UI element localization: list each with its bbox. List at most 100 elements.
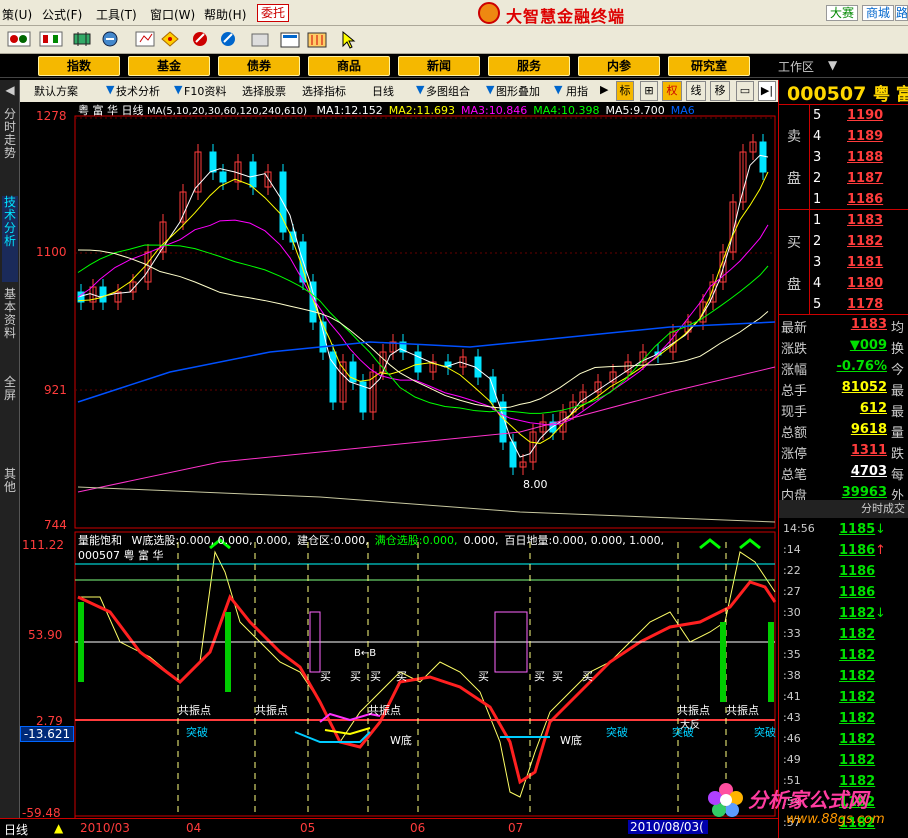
stat-label: 涨幅: [781, 363, 808, 378]
menu-help[interactable]: 帮助(H): [204, 6, 246, 23]
buy-label: 买: [370, 670, 381, 683]
tick-time: :41: [783, 690, 801, 703]
sell-level-row[interactable]: 4 1189: [779, 127, 908, 148]
stat-row: 总手 81052 最: [779, 378, 908, 399]
stat-right-label: 最: [891, 384, 905, 399]
tick-row: :30 1182 ↓: [779, 604, 908, 625]
menu-window[interactable]: 窗口(W): [150, 6, 195, 23]
ma-value: MA2:11.693: [389, 104, 455, 117]
menu-tools[interactable]: 工具(T): [96, 6, 137, 23]
sell-level-row[interactable]: 3 1188: [779, 148, 908, 169]
workspace-dropdown-icon[interactable]: ▼: [828, 58, 837, 72]
chevron-icon: ▼: [174, 83, 183, 96]
nav-service-button[interactable]: 服务: [488, 56, 570, 76]
indicator-tick-label: 111.22: [22, 538, 64, 552]
sell-level-row[interactable]: 5 1190: [779, 106, 908, 127]
tab-move[interactable]: 移: [710, 81, 730, 101]
next-icon[interactable]: ▶|: [758, 81, 776, 101]
f10-button[interactable]: F10资料: [184, 83, 226, 99]
tab-basic-info[interactable]: 基本资料: [2, 288, 18, 340]
buy-label: 买: [478, 670, 489, 683]
nav-commodity-button[interactable]: 商品: [308, 56, 390, 76]
tab-other[interactable]: 其他: [2, 468, 18, 494]
overlay-button[interactable]: 图形叠加: [496, 83, 540, 99]
left-tabs: ◀ 分时走势 技术分析 基本资料 全屏 其他: [0, 80, 20, 838]
stat-label: 总笔: [781, 468, 808, 483]
tick-price: 1182: [839, 711, 876, 726]
workspace-label[interactable]: 工作区: [778, 58, 814, 75]
tick-time: :14: [783, 543, 801, 556]
indicator-param: 满仓选股:0.000,: [375, 534, 458, 547]
link-mall[interactable]: 商城: [862, 5, 895, 21]
buy-label: 买: [534, 670, 545, 683]
nav-index-button[interactable]: 指数: [38, 56, 120, 76]
tech-analysis-button[interactable]: 技术分析: [116, 83, 160, 99]
chevron-icon: ▼: [554, 83, 563, 96]
nav-insider-button[interactable]: 内参: [578, 56, 660, 76]
down-arrow-icon: ↓: [875, 606, 886, 621]
buy-level-row[interactable]: 1 1183: [779, 211, 908, 232]
multi-chart-button[interactable]: 多图组合: [426, 83, 470, 99]
tick-row: :46 1182: [779, 730, 908, 751]
nav-research-button[interactable]: 研究室: [668, 56, 750, 76]
stat-value: 39963: [841, 485, 887, 500]
nav-news-button[interactable]: 新闻: [398, 56, 480, 76]
play-icon[interactable]: ▶: [600, 83, 608, 96]
stat-row: 总额 9618 量: [779, 420, 908, 441]
level-number: 3: [813, 255, 822, 270]
sell-level-row[interactable]: 2 1187: [779, 169, 908, 190]
link-road[interactable]: 路: [895, 5, 908, 21]
ma-number: 9.700: [633, 104, 665, 117]
resonance-label: 共振点: [178, 704, 211, 717]
tab-technical-analysis[interactable]: 技术分析: [2, 196, 18, 282]
tick-row: :38 1182: [779, 667, 908, 688]
nav-bond-button[interactable]: 债券: [218, 56, 300, 76]
tool-bar: [0, 26, 908, 54]
ma-label: MA1:: [316, 104, 345, 117]
link-contest[interactable]: 大赛: [826, 5, 859, 21]
stat-label: 现手: [781, 405, 808, 420]
ma-label: MA6: [670, 104, 695, 117]
k-line-chart[interactable]: 粤 富 华 日线 MA(5,10,20,30,60,120,240,610) M…: [20, 102, 778, 820]
entrust-button[interactable]: 委托: [257, 4, 289, 22]
menu-formula[interactable]: 公式(F): [42, 6, 82, 23]
param-label: W底选股:: [131, 534, 180, 547]
period-status[interactable]: 日线: [4, 821, 28, 838]
buy-level-row[interactable]: 3 1181: [779, 253, 908, 274]
tab-rights[interactable]: 权: [662, 81, 682, 101]
buy-level-row[interactable]: 5 1178: [779, 295, 908, 316]
tab-minute-chart[interactable]: 分时走势: [2, 108, 18, 160]
tab-line[interactable]: 线: [686, 81, 706, 101]
sell-price: 1186: [847, 192, 884, 207]
tab-mark[interactable]: 标: [616, 81, 634, 101]
tab-fullscreen[interactable]: 全屏: [2, 376, 18, 402]
sell-level-row[interactable]: 1 1186: [779, 190, 908, 211]
window-icon[interactable]: ▭: [736, 81, 754, 101]
stat-value: 81052: [841, 380, 887, 395]
grid-icon[interactable]: ⊞: [640, 81, 658, 101]
menu-strategy[interactable]: 策(U): [2, 6, 32, 23]
ma-label: MA3:: [461, 104, 489, 117]
quote-panel: 000507 粤 富 卖 盘 5 1190 4 1189 3 1188 2 1187 1 1186…: [778, 80, 908, 838]
tick-time: :43: [783, 711, 801, 724]
back-arrow-icon[interactable]: ◀: [2, 84, 18, 97]
stat-right-label: 跌: [891, 447, 905, 462]
sell-price: 1188: [847, 150, 884, 165]
tick-row: :43 1182: [779, 709, 908, 730]
ma-value: MA4:10.398: [533, 104, 599, 117]
nav-fund-button[interactable]: 基金: [128, 56, 210, 76]
buy-level-row[interactable]: 2 1182: [779, 232, 908, 253]
up-triangle-icon[interactable]: ▲: [54, 821, 63, 835]
stat-value: -0.76%: [836, 359, 888, 374]
daily-button[interactable]: 日线: [372, 83, 394, 99]
select-indicator-button[interactable]: 选择指标: [302, 83, 346, 99]
default-scheme-button[interactable]: 默认方案: [34, 83, 78, 99]
user-indicator-button[interactable]: 用指: [566, 83, 588, 99]
reversal-label: 大反: [680, 720, 700, 731]
buy-level-row[interactable]: 4 1180: [779, 274, 908, 295]
date-tick: 04: [186, 821, 202, 835]
date-axis-bar: 日线 ▲ 2010/03 04 05 06 07 2010/08/03(: [0, 818, 778, 838]
buy-price: 1182: [847, 234, 884, 249]
ma-value: MA1:12.152: [317, 104, 383, 117]
select-stock-button[interactable]: 选择股票: [242, 83, 286, 99]
